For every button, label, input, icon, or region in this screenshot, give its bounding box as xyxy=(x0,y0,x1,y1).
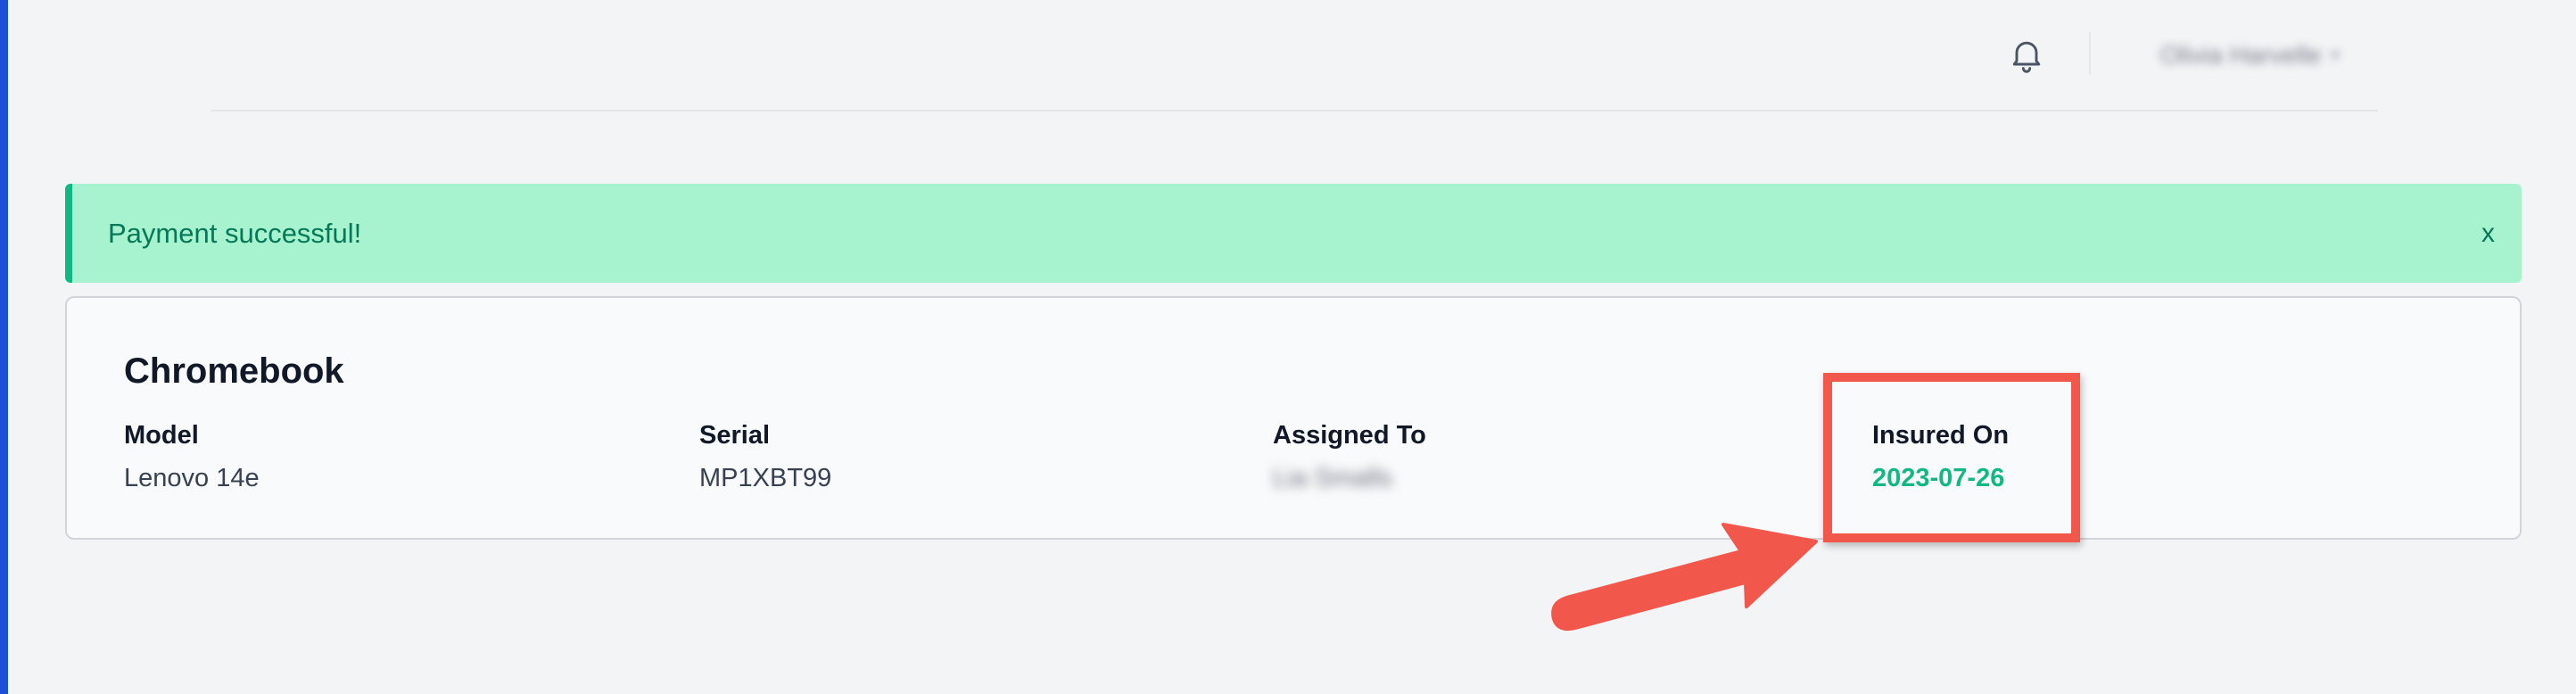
field-model: Model Lenovo 14e xyxy=(124,419,260,494)
field-value: MP1XBT99 xyxy=(699,464,832,492)
alert-message: Payment successful! xyxy=(108,218,362,249)
chevron-down-icon: ▾ xyxy=(2330,44,2341,66)
field-label: Serial xyxy=(699,421,770,450)
alert-close-button[interactable]: x xyxy=(2481,184,2495,283)
field-label: Model xyxy=(124,421,199,450)
field-assigned-to: Assigned To Lia Smalls xyxy=(1273,419,1426,494)
bell-icon xyxy=(2012,41,2041,73)
success-alert: Payment successful! x xyxy=(65,184,2522,283)
field-value: Lenovo 14e xyxy=(124,464,260,492)
left-edge-accent xyxy=(0,0,8,694)
header-divider xyxy=(2089,32,2091,75)
user-menu[interactable]: Olivia Harvelle ▾ xyxy=(2160,37,2341,73)
field-serial: Serial MP1XBT99 xyxy=(699,419,831,494)
field-label: Assigned To xyxy=(1273,421,1426,450)
annotation-highlight-box xyxy=(1823,373,2080,542)
device-title: Chromebook xyxy=(124,351,344,391)
user-name: Olivia Harvelle xyxy=(2160,41,2322,69)
notifications-button[interactable] xyxy=(2007,30,2046,78)
device-card: Chromebook Model Lenovo 14e Serial MP1XB… xyxy=(65,296,2522,540)
top-bar xyxy=(211,0,2378,112)
field-value: Lia Smalls xyxy=(1273,464,1392,492)
